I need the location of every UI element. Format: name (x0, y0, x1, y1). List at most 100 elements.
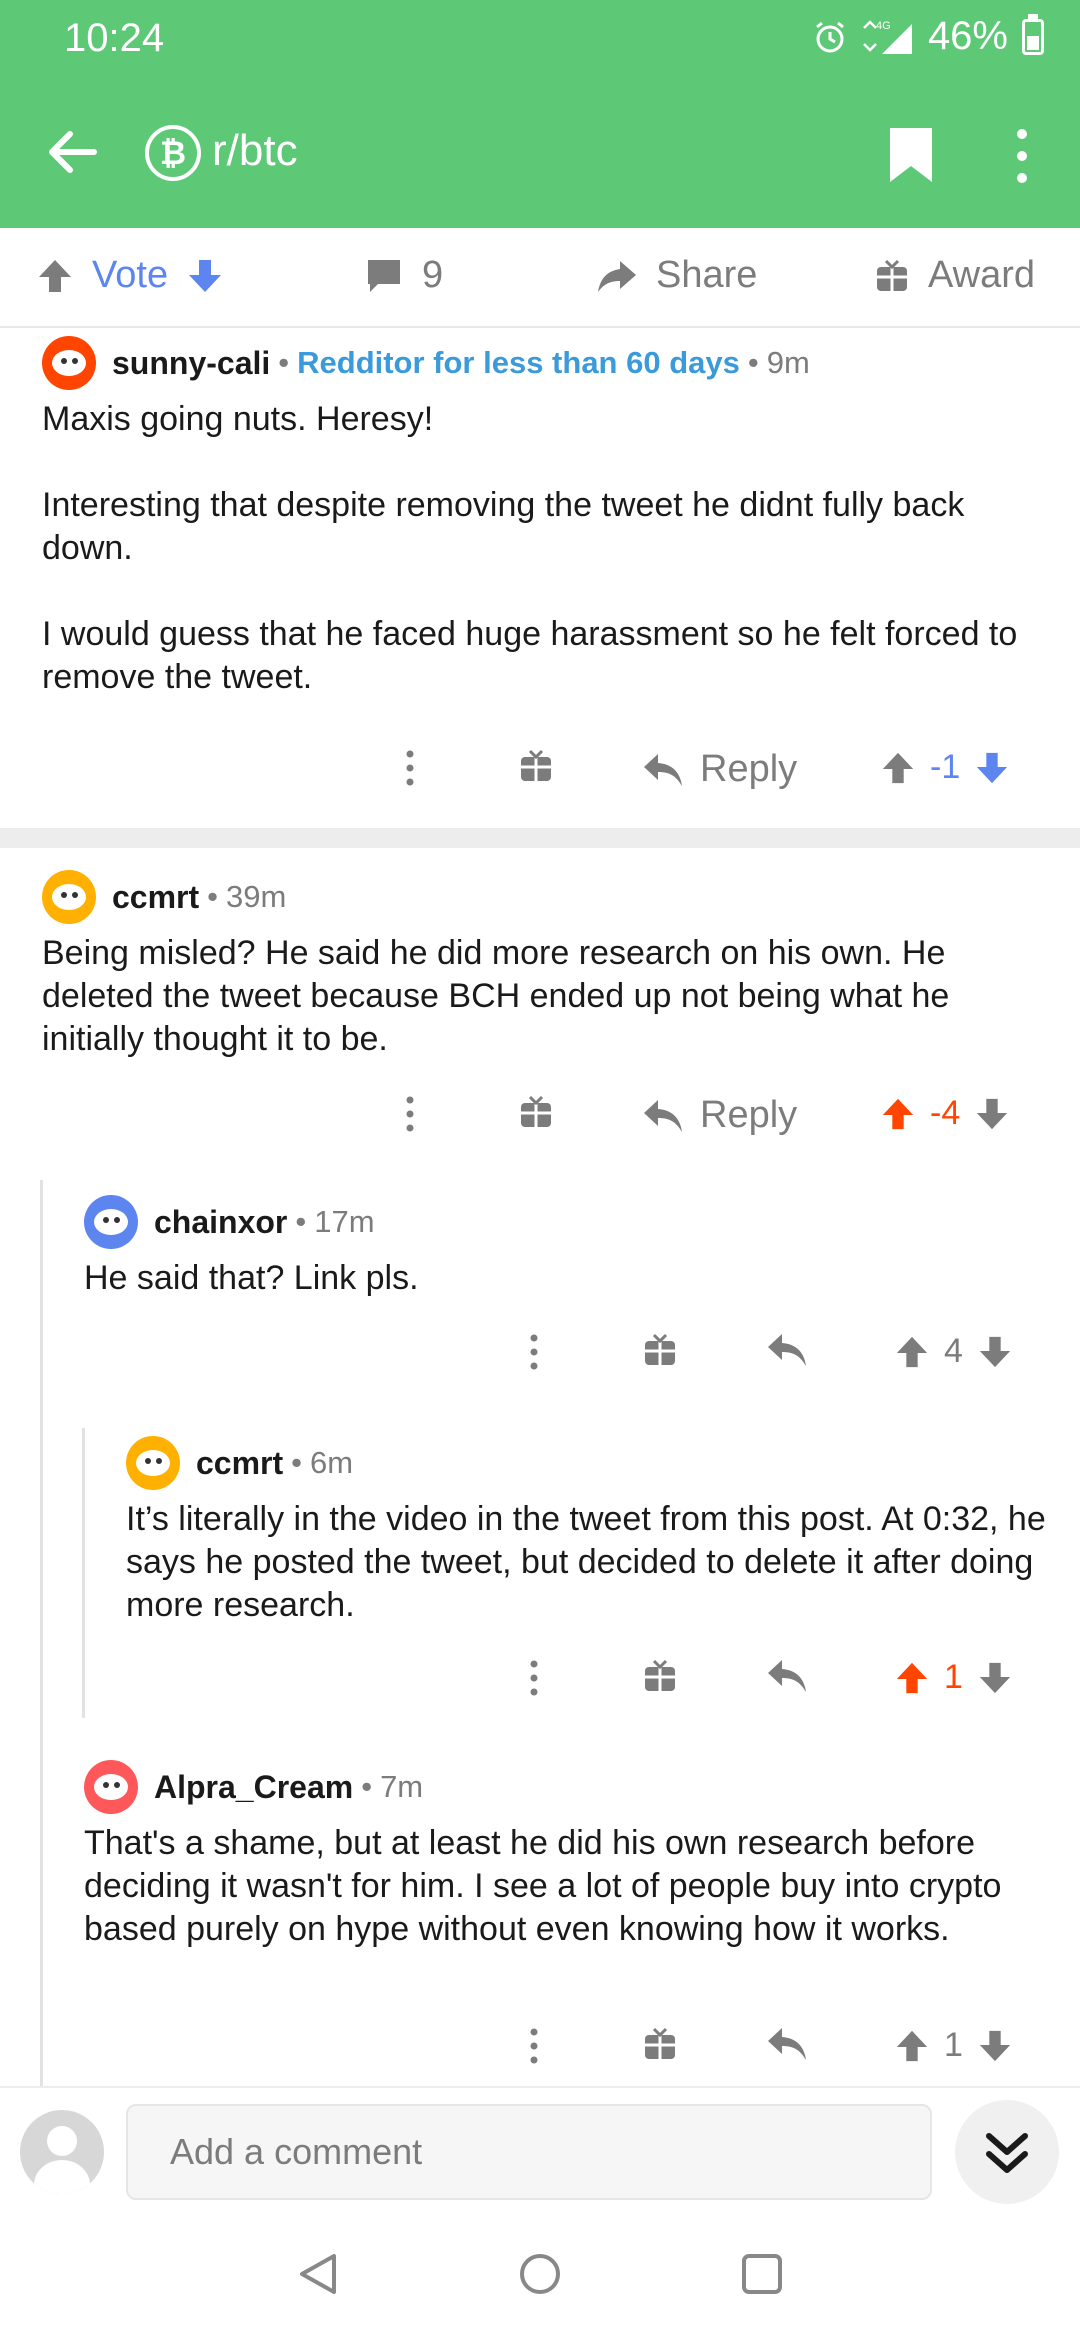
collapse-threads-button[interactable] (955, 2100, 1059, 2204)
subreddit-icon[interactable]: ₿ (145, 125, 201, 181)
comment-paragraph: Being misled? He said he did more resear… (42, 934, 950, 1058)
avatar[interactable] (42, 336, 96, 390)
username[interactable]: chainxor (154, 1204, 287, 1241)
user-flair: Redditor for less than 60 days (297, 345, 740, 380)
comment-header: sunny-cali • Redditor for less than 60 d… (42, 336, 1052, 390)
upvote-icon[interactable] (880, 750, 916, 786)
status-icons: 4G 46% (812, 13, 1044, 59)
upvote-icon[interactable] (880, 1096, 916, 1132)
award-button[interactable]: Award (874, 254, 1035, 297)
separator-dot: • (361, 1769, 373, 1804)
comment-body: It’s literally in the video in the tweet… (126, 1498, 1056, 1627)
award-button[interactable] (518, 748, 554, 784)
reply-icon (644, 1099, 682, 1132)
comment-score: 1 (944, 1658, 963, 1696)
comment-paragraph: Interesting that despite removing the tw… (42, 486, 965, 567)
comment-time: 6m (310, 1445, 354, 1480)
comment-time: 17m (314, 1204, 375, 1239)
vote-control: Vote (36, 254, 224, 297)
share-icon (598, 260, 636, 292)
vertical-dots-icon (406, 750, 414, 786)
upvote-icon[interactable] (894, 1660, 930, 1696)
battery-icon (1022, 13, 1044, 55)
comment-actions: 1 (0, 2026, 1080, 2086)
reply-label: Reply (700, 1094, 798, 1136)
comment: Alpra_Cream • 7m That's a shame, but at … (84, 1760, 1059, 1951)
thread-line (40, 1180, 43, 2086)
more-options-button[interactable] (400, 1094, 420, 1134)
reply-button[interactable]: Reply (642, 1094, 797, 1137)
username[interactable]: Alpra_Cream (154, 1769, 353, 1806)
award-button[interactable] (642, 1332, 678, 1368)
comment-divider (0, 828, 1080, 848)
comment-actions: Reply -1 (0, 748, 1080, 808)
reply-icon (644, 753, 682, 786)
username[interactable]: sunny-cali (112, 345, 270, 382)
award-button[interactable] (518, 1094, 554, 1130)
vertical-dots-icon (406, 1096, 414, 1132)
comment-score: -4 (930, 1094, 961, 1132)
more-options-button[interactable] (400, 748, 420, 788)
reply-button[interactable] (766, 1332, 808, 1368)
vote-control: 1 (894, 2026, 1013, 2065)
username[interactable]: ccmrt (112, 879, 199, 916)
reply-button[interactable] (766, 2026, 808, 2062)
comment-actions: 1 (0, 1658, 1080, 1718)
downvote-icon[interactable] (977, 1334, 1013, 1370)
reply-button[interactable]: Reply (642, 748, 797, 791)
share-label: Share (656, 254, 758, 296)
reply-label: Reply (700, 748, 798, 790)
avatar[interactable] (42, 870, 96, 924)
post-action-bar: Vote 9 Share Award (0, 228, 1080, 328)
double-chevron-down-icon (986, 2133, 1028, 2173)
comment-header: ccmrt • 6m (126, 1436, 1056, 1490)
more-options-button[interactable] (524, 2026, 544, 2066)
upvote-icon[interactable] (894, 2028, 930, 2064)
gift-icon (645, 2027, 675, 2059)
back-arrow-icon[interactable] (44, 124, 100, 180)
downvote-icon[interactable] (977, 2028, 1013, 2064)
nav-home-icon[interactable] (518, 2252, 562, 2296)
signal-icon: 4G (863, 20, 912, 54)
avatar[interactable] (126, 1436, 180, 1490)
upvote-icon[interactable] (36, 257, 74, 295)
my-avatar[interactable] (20, 2110, 104, 2194)
vertical-dots-icon (530, 2028, 538, 2064)
vertical-dots-icon (530, 1334, 538, 1370)
reply-button[interactable] (766, 1658, 808, 1694)
comment-actions: 4 (0, 1332, 1080, 1392)
award-button[interactable] (642, 2026, 678, 2062)
nav-back-icon[interactable] (296, 2252, 340, 2296)
downvote-icon[interactable] (974, 1096, 1010, 1132)
comment-time: 39m (226, 879, 287, 914)
svg-text:4G: 4G (876, 20, 891, 32)
comment-paragraph: That's a shame, but at least he did his … (84, 1824, 1002, 1948)
more-options-button[interactable] (524, 1332, 544, 1372)
comment-body: That's a shame, but at least he did his … (84, 1822, 1059, 1951)
nav-recents-icon[interactable] (740, 2252, 784, 2296)
add-comment-input[interactable]: Add a comment (126, 2104, 932, 2200)
downvote-icon[interactable] (186, 257, 224, 295)
downvote-icon[interactable] (974, 750, 1010, 786)
comment-header: Alpra_Cream • 7m (84, 1760, 1059, 1814)
share-button[interactable]: Share (596, 254, 757, 297)
comment-composer-bar: Add a comment (0, 2086, 1080, 2204)
downvote-icon[interactable] (977, 1660, 1013, 1696)
comments-button[interactable]: 9 (364, 254, 443, 297)
gift-icon (645, 1659, 675, 1691)
overflow-menu-icon[interactable] (1006, 126, 1038, 186)
comment-score: -1 (930, 748, 961, 786)
more-options-button[interactable] (524, 1658, 544, 1698)
comment-paragraph: He said that? Link pls. (84, 1259, 419, 1297)
avatar[interactable] (84, 1195, 138, 1249)
comment: chainxor • 17m He said that? Link pls. (84, 1195, 1054, 1300)
reply-icon (768, 1334, 806, 1366)
award-button[interactable] (642, 1658, 678, 1694)
subreddit-name[interactable]: r/btc (212, 126, 298, 176)
username[interactable]: ccmrt (196, 1445, 283, 1482)
avatar[interactable] (84, 1760, 138, 1814)
separator-dot: • (747, 345, 759, 380)
comment-actions: Reply -4 (0, 1094, 1080, 1154)
upvote-icon[interactable] (894, 1334, 930, 1370)
bookmark-icon[interactable] (888, 126, 934, 184)
